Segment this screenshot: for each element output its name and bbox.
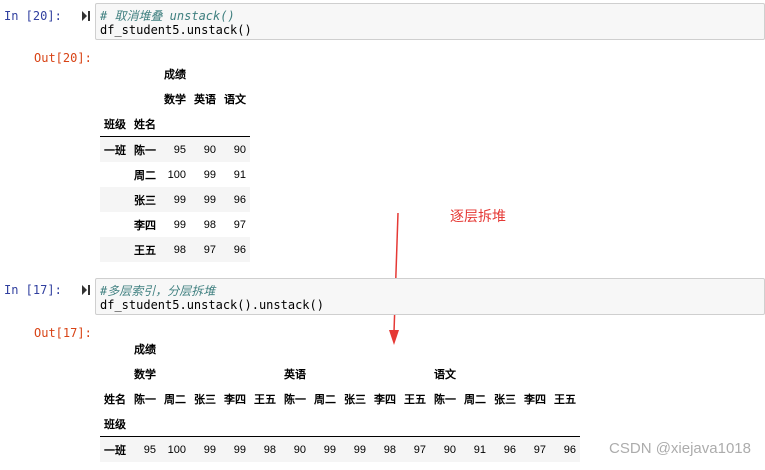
table-cell: 91	[473, 443, 486, 456]
table-cell: 99	[203, 168, 216, 181]
code-comment: # 取消堆叠 unstack()	[100, 9, 235, 23]
table-cell: 99	[173, 218, 186, 231]
code-cell-17[interactable]: #多层索引，分层拆堆 df_student5.unstack().unstack…	[95, 278, 765, 315]
index-name: 姓名	[130, 111, 160, 137]
table-cell: 95	[173, 143, 186, 156]
table-cell: 99	[203, 443, 216, 456]
table-cell: 95	[143, 443, 156, 456]
index-name: 班级	[100, 111, 130, 137]
name-header: 陈一	[284, 393, 306, 406]
table-row: 周二 100 99 91	[100, 162, 250, 187]
name-header: 李四	[374, 393, 396, 406]
watermark: CSDN @xiejava1018	[609, 440, 751, 457]
table-row: 李四 99 98 97	[100, 212, 250, 237]
table-row: 王五 98 97 96	[100, 237, 250, 262]
index-name: 班级	[100, 411, 130, 437]
annotation-label: 逐层拆堆	[450, 209, 506, 225]
row-index-class: 一班	[104, 444, 126, 457]
name-header: 周二	[464, 393, 486, 406]
table-cell: 90	[233, 143, 246, 156]
name-header: 李四	[224, 393, 246, 406]
table-cell: 96	[503, 443, 516, 456]
name-header: 陈一	[134, 393, 156, 406]
table-cell: 97	[233, 218, 246, 231]
name-header: 张三	[194, 393, 216, 406]
name-header: 李四	[524, 393, 546, 406]
table-row: 一班 95 100 99 99 98 90 99 99 98 97 90 91 …	[100, 436, 580, 462]
dataframe-output-1: 成绩 数学 英语 语文 班级 姓名 一班 陈一 95 90 90 周二 100 …	[100, 61, 250, 262]
code-comment: #多层索引，分层拆堆	[100, 284, 216, 298]
out-prompt-20: Out[20]:	[34, 51, 92, 65]
column-header: 语文	[224, 93, 246, 106]
in-prompt-20: In [20]:	[4, 9, 62, 23]
column-header: 英语	[194, 93, 216, 106]
table-cell: 98	[383, 443, 396, 456]
table-row: 一班 陈一 95 90 90	[100, 136, 250, 162]
table-cell: 99	[323, 443, 336, 456]
table-cell: 97	[203, 243, 216, 256]
row-index-name: 王五	[134, 244, 156, 257]
name-header: 周二	[164, 393, 186, 406]
table-cell: 90	[443, 443, 456, 456]
row-index-name: 陈一	[134, 144, 156, 157]
name-header: 王五	[554, 393, 576, 406]
table-cell: 99	[203, 193, 216, 206]
column-level-name: 姓名	[104, 393, 126, 406]
row-index-class	[100, 237, 130, 262]
row-index-class	[100, 162, 130, 187]
name-header: 张三	[494, 393, 516, 406]
in-prompt-17: In [17]:	[4, 283, 62, 297]
table-cell: 99	[173, 193, 186, 206]
table-cell: 98	[263, 443, 276, 456]
table-cell: 99	[353, 443, 366, 456]
row-index-name: 周二	[134, 169, 156, 182]
column-header: 数学	[164, 93, 186, 106]
row-index-name: 张三	[134, 194, 156, 207]
name-header: 王五	[404, 393, 426, 406]
out-prompt-17: Out[17]:	[34, 326, 92, 340]
table-cell: 96	[233, 193, 246, 206]
column-header-top: 成绩	[134, 343, 156, 356]
dataframe-output-2: 成绩 数学 英语 语文 姓名 陈一 周二 张三 李四 王五 陈一 周二 张三 李…	[100, 336, 580, 462]
name-header: 王五	[254, 393, 276, 406]
table-cell: 97	[533, 443, 546, 456]
table-cell: 91	[233, 168, 246, 181]
table-cell: 90	[293, 443, 306, 456]
run-cell-icon[interactable]	[81, 10, 91, 22]
table-row: 张三 99 99 96	[100, 187, 250, 212]
column-header-top: 成绩	[164, 68, 186, 81]
table-cell: 90	[203, 143, 216, 156]
table-cell: 99	[233, 443, 246, 456]
row-index-name: 李四	[134, 219, 156, 232]
row-index-class	[100, 212, 130, 237]
subject-header: 语文	[434, 368, 456, 381]
code-cell-20[interactable]: # 取消堆叠 unstack() df_student5.unstack()	[95, 3, 765, 40]
table-cell: 96	[233, 243, 246, 256]
row-index-class	[100, 187, 130, 212]
subject-header: 英语	[284, 368, 306, 381]
name-header: 张三	[344, 393, 366, 406]
run-cell-icon[interactable]	[81, 284, 91, 296]
table-cell: 100	[167, 443, 186, 456]
row-index-class: 一班	[104, 144, 126, 157]
name-header: 周二	[314, 393, 336, 406]
code-line: df_student5.unstack()	[100, 23, 252, 37]
name-header: 陈一	[434, 393, 456, 406]
table-cell: 100	[167, 168, 186, 181]
table-cell: 96	[563, 443, 576, 456]
table-cell: 98	[173, 243, 186, 256]
table-cell: 98	[203, 218, 216, 231]
code-line: df_student5.unstack().unstack()	[100, 298, 324, 312]
subject-header: 数学	[134, 368, 156, 381]
table-cell: 97	[413, 443, 426, 456]
